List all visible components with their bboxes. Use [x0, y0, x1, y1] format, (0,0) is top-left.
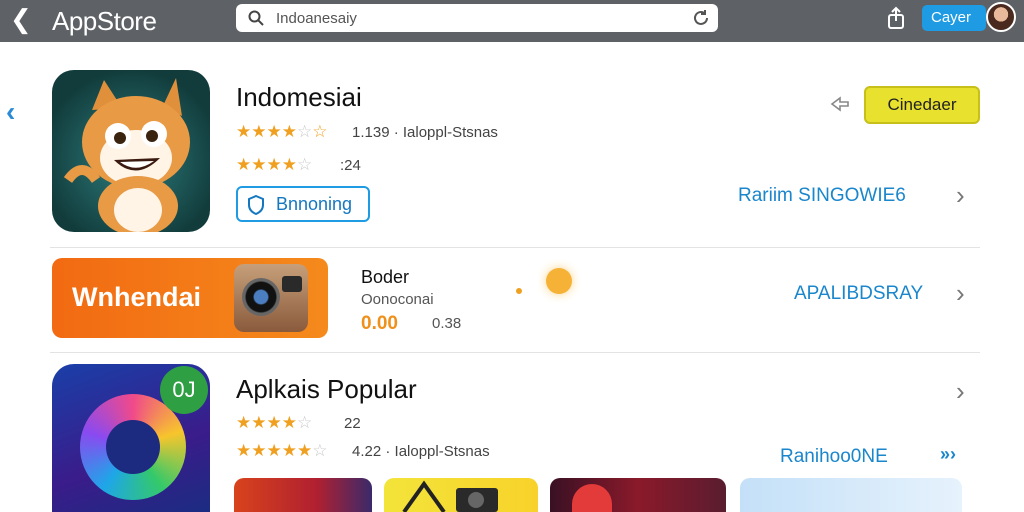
row-subtitle: Oonoconai	[361, 291, 434, 308]
thumbnail[interactable]	[740, 478, 962, 512]
banner-text: Wnhendai	[72, 282, 201, 312]
rating-count: :24	[340, 157, 361, 174]
divider	[50, 352, 980, 353]
banner-link[interactable]: APALIBDSRAY	[794, 283, 923, 305]
share-icon[interactable]	[884, 6, 908, 30]
thumbnail[interactable]	[384, 478, 538, 512]
star-rating: ★★★★☆	[236, 413, 313, 432]
chevron-right-icon[interactable]: ›	[956, 278, 965, 309]
avatar[interactable]	[986, 2, 1016, 32]
featured-app-name[interactable]: Indomesiai	[236, 82, 362, 113]
chevron-right-icon[interactable]: ›	[956, 180, 965, 211]
search-icon	[248, 10, 264, 26]
star-rating: ★★★★☆☆	[236, 122, 328, 141]
side-back-icon[interactable]: ‹	[6, 96, 15, 128]
row-count: 0.38	[432, 315, 462, 332]
back-icon[interactable]: ❮	[10, 5, 34, 33]
pin-icon[interactable]	[830, 94, 850, 114]
divider	[50, 247, 980, 248]
section-title[interactable]: Aplkais Popular	[236, 374, 417, 405]
indicator-dot	[516, 288, 522, 294]
refresh-icon[interactable]	[692, 9, 710, 27]
app-icon-featured[interactable]	[52, 70, 210, 232]
app-title: AppStore	[52, 6, 157, 36]
app-badge: 0J	[160, 366, 208, 414]
camera-icon	[234, 264, 308, 332]
rating-meta: 4.22 · Ialoppl-Stsnas	[352, 443, 490, 460]
fox-mascot-icon	[63, 78, 190, 232]
tag-label: Bnnoning	[276, 194, 353, 214]
indicator-dot-large	[546, 268, 572, 294]
row-title[interactable]: Boder	[361, 267, 409, 288]
thumbnail[interactable]	[550, 478, 726, 512]
double-chevron-icon[interactable]: »›	[940, 444, 956, 465]
shield-icon	[248, 195, 264, 215]
thumbnail[interactable]	[234, 478, 372, 512]
chevron-right-icon[interactable]: ›	[956, 376, 965, 407]
star-rating: ★★★★★☆	[236, 441, 328, 460]
rating-count: 22	[344, 415, 361, 432]
promo-banner[interactable]: Wnhendai	[52, 258, 328, 338]
search-bar[interactable]: Indoanesaiy	[236, 4, 718, 32]
top-bar: ❮ AppStore Indoanesaiy Cayer	[0, 0, 1024, 42]
user-button[interactable]: Cayer	[922, 5, 986, 31]
category-tag-button[interactable]: Bnnoning	[236, 186, 370, 222]
rating-meta: 1.139 · Ialoppl-Stsnas	[352, 124, 498, 141]
popular-link[interactable]: Ranihoo0NE	[780, 446, 888, 468]
search-input[interactable]: Indoanesaiy	[276, 10, 357, 27]
price-label: 0.00	[361, 313, 398, 334]
star-rating: ★★★★☆	[236, 155, 313, 174]
camera-icon	[402, 480, 498, 512]
featured-link[interactable]: Rariim SINGOWIE6	[738, 185, 906, 207]
get-button[interactable]: Cinedaer	[864, 86, 980, 124]
